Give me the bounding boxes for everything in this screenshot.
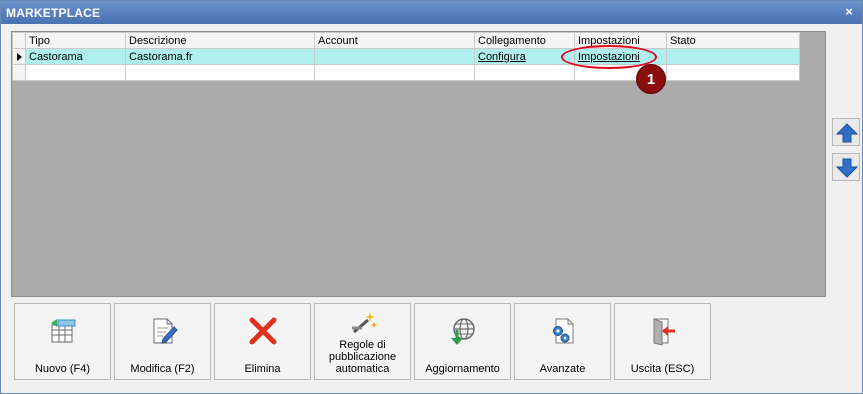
row-selector[interactable] bbox=[12, 64, 26, 81]
elimina-label: Elimina bbox=[244, 363, 281, 375]
new-row-icon bbox=[51, 319, 76, 343]
delete-x-icon bbox=[249, 317, 277, 345]
arrow-down-icon bbox=[836, 158, 858, 178]
cell-collegamento[interactable]: Configura bbox=[474, 48, 575, 65]
globe-download-icon bbox=[451, 318, 475, 345]
regole-pubblicazione-button[interactable]: Regole di pubblicazione automatica bbox=[314, 303, 411, 380]
marketplace-grid: Tipo Descrizione Account Collegamento Im… bbox=[11, 31, 826, 297]
uscita-button[interactable]: Uscita (ESC) bbox=[614, 303, 711, 380]
row-selector[interactable] bbox=[12, 48, 26, 65]
nuovo-button[interactable]: Nuovo (F4) bbox=[14, 303, 111, 380]
column-header-descrizione[interactable]: Descrizione bbox=[125, 32, 315, 49]
column-header-collegamento[interactable]: Collegamento bbox=[474, 32, 575, 49]
cell-empty[interactable] bbox=[125, 64, 315, 81]
move-down-button[interactable] bbox=[832, 153, 860, 181]
marketplace-table: Tipo Descrizione Account Collegamento Im… bbox=[12, 32, 800, 81]
regole-label: Regole di pubblicazione automatica bbox=[328, 339, 397, 375]
cell-account[interactable] bbox=[314, 48, 475, 65]
step-number-badge: 1 bbox=[636, 64, 666, 94]
column-header-stato[interactable]: Stato bbox=[666, 32, 800, 49]
cell-empty[interactable] bbox=[666, 64, 800, 81]
exit-door-icon bbox=[653, 318, 675, 346]
cell-stato[interactable] bbox=[666, 48, 800, 65]
uscita-label: Uscita (ESC) bbox=[630, 363, 695, 375]
title-bar: MARKETPLACE × bbox=[1, 1, 862, 24]
aggiornamento-label: Aggiornamento bbox=[425, 363, 500, 375]
nuovo-label: Nuovo (F4) bbox=[34, 363, 91, 375]
avanzate-label: Avanzate bbox=[539, 363, 586, 375]
elimina-button[interactable]: Elimina bbox=[214, 303, 311, 380]
cell-empty[interactable] bbox=[25, 64, 126, 81]
settings-document-icon bbox=[553, 318, 574, 344]
move-up-button[interactable] bbox=[832, 118, 860, 146]
cell-empty[interactable] bbox=[314, 64, 475, 81]
new-row[interactable] bbox=[12, 64, 800, 81]
magic-wand-icon bbox=[352, 312, 377, 334]
cell-descrizione[interactable]: Castorama.fr bbox=[125, 48, 315, 65]
window-title: MARKETPLACE bbox=[6, 6, 101, 20]
cell-empty[interactable] bbox=[474, 64, 575, 81]
table-header-row: Tipo Descrizione Account Collegamento Im… bbox=[12, 32, 800, 49]
modifica-button[interactable]: Modifica (F2) bbox=[114, 303, 211, 380]
modifica-label: Modifica (F2) bbox=[130, 363, 195, 375]
edit-document-icon bbox=[153, 318, 178, 344]
table-row[interactable]: Castorama Castorama.fr Configura Imposta… bbox=[12, 48, 800, 65]
row-selector-header bbox=[12, 32, 26, 49]
marketplace-window: MARKETPLACE × Tipo Descrizione Account C… bbox=[0, 0, 863, 394]
cell-tipo[interactable]: Castorama bbox=[25, 48, 126, 65]
close-icon[interactable]: × bbox=[841, 4, 857, 20]
avanzate-button[interactable]: Avanzate bbox=[514, 303, 611, 380]
column-header-tipo[interactable]: Tipo bbox=[25, 32, 126, 49]
column-header-account[interactable]: Account bbox=[314, 32, 475, 49]
arrow-up-icon bbox=[836, 123, 858, 143]
configura-link[interactable]: Configura bbox=[478, 51, 526, 63]
aggiornamento-button[interactable]: Aggiornamento bbox=[414, 303, 511, 380]
current-row-arrow-icon bbox=[17, 52, 22, 61]
